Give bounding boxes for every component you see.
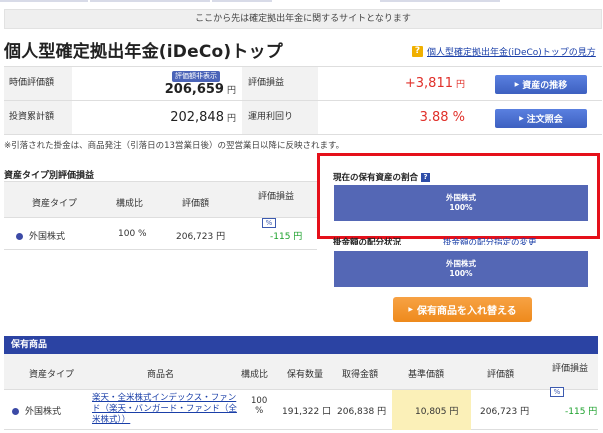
top-border: [0, 0, 603, 3]
table-row: 外国株式 100 % 206,723 円 -115 円: [4, 218, 317, 250]
col-product-name: 商品名: [147, 370, 175, 380]
col-base-price: 基準価額: [408, 370, 445, 380]
ratio-unit: %: [255, 406, 264, 416]
col-value: 評価額: [487, 370, 515, 380]
col-pl: 評価損益: [552, 364, 589, 374]
base-price-cell: 10,805 円: [415, 407, 459, 417]
yen-unit: 円: [455, 80, 465, 90]
hide-value-badge[interactable]: 評価額非表示: [172, 71, 220, 82]
product-name-link[interactable]: 楽天・全米株式インデックス・ファンド（楽天・バンガード・ファンド（全米株式））: [92, 393, 242, 426]
switch-holdings-label: 保有商品を入れ替える: [416, 306, 517, 317]
help-link-text[interactable]: 個人型確定拠出年金(iDeCo)トップの見方: [427, 45, 596, 58]
contribution-ratio-bar-value: 100%: [449, 269, 473, 278]
yen-unit: 円: [226, 86, 236, 96]
yield-cell: 3.88 %: [318, 101, 487, 134]
contribution-ratio-title: 掛金額の配分状況: [333, 238, 402, 245]
asset-trend-label: 資産の推移: [522, 81, 568, 91]
asset-trend-button[interactable]: ▶ 資産の推移: [495, 75, 587, 94]
market-value-label: 時価評価額: [4, 67, 72, 100]
asset-type-name: 外国株式: [25, 407, 62, 417]
col-pl: 評価損益: [258, 192, 295, 202]
contribution-ratio-change-link[interactable]: 掛金額の配分指定の変更: [443, 236, 537, 245]
legend-dot-icon: [12, 408, 19, 415]
value-cell: 206,723 円: [176, 232, 226, 242]
ratio-value: 100: [251, 396, 268, 406]
help-link[interactable]: ? 個人型確定拠出年金(iDeCo)トップの見方: [412, 45, 596, 58]
col-value: 評価額: [182, 199, 210, 209]
gain-value: +3,811: [404, 76, 453, 91]
summary-panel: 時価評価額 評価額非表示 206,659 円 評価損益 +3,811 円 ▶ 資産の…: [4, 66, 602, 135]
ratio-cell: 100 %: [251, 396, 267, 416]
col-asset-type: 資産タイプ: [32, 199, 78, 209]
asset-type-name: 外国株式: [29, 232, 66, 242]
investment-value: 202,848: [170, 110, 224, 125]
legend-dot-icon: [16, 233, 23, 240]
table-header: 資産タイプ 構成比 評価額 評価損益 円 %: [4, 181, 317, 228]
summary-row-1: 時価評価額 評価額非表示 206,659 円 評価損益 +3,811 円: [4, 67, 487, 101]
order-inquiry-button[interactable]: ▶ 注文照会: [495, 109, 587, 128]
ratio-cell: 100 %: [118, 229, 147, 239]
play-arrow-icon: ▶: [514, 81, 520, 88]
play-arrow-icon: ▶: [408, 306, 413, 313]
yield-value: 3.88 %: [419, 110, 465, 125]
holdings-title: 保有商品: [4, 336, 598, 354]
investment-label: 投資累計額: [4, 101, 72, 134]
gain-label: 評価損益: [242, 67, 318, 100]
yield-label: 運用利回り: [242, 101, 318, 134]
asset-type-cell: 外国株式: [12, 404, 61, 417]
contribution-ratio-title-row: 掛金額の配分状況 掛金額の配分指定の変更: [333, 236, 593, 245]
site-notice: ここから先は確定拠出年金に関するサイトとなります: [4, 9, 602, 29]
summary-row-2: 投資累計額 202,848 円 運用利回り 3.88 %: [4, 101, 487, 135]
col-cost: 取得金額: [342, 370, 379, 380]
table-row: 外国株式 楽天・全米株式インデックス・ファンド（楽天・バンガード・ファンド（全米…: [4, 390, 598, 430]
footnote: ※引落された掛金は、商品発注（引落日の13営業日後）の翌営業日以降に反映されます…: [4, 141, 345, 151]
asset-type-cell: 外国株式: [16, 229, 65, 242]
value-cell: 206,723 円: [480, 407, 530, 417]
col-ratio: 構成比: [116, 199, 144, 209]
play-arrow-icon: ▶: [519, 115, 524, 122]
summary-btn-cell-2: ▶ 注文照会: [487, 101, 602, 135]
market-value: 206,659: [164, 82, 224, 97]
col-quantity: 保有数量: [287, 370, 324, 380]
contribution-ratio-bar-label: 外国株式: [446, 259, 476, 268]
summary-btn-cell-1: ▶ 資産の推移: [487, 67, 602, 101]
pl-cell: -115 円: [270, 232, 303, 242]
investment-cell: 202,848 円: [72, 101, 242, 134]
yen-unit: 円: [226, 114, 236, 124]
order-inquiry-label: 注文照会: [526, 115, 563, 125]
col-ratio: 構成比: [241, 370, 269, 380]
pl-cell: -115 円: [565, 407, 598, 417]
gain-cell: +3,811 円: [318, 67, 487, 100]
cost-cell: 206,838 円: [337, 407, 387, 417]
contribution-ratio-bar: 外国株式 100%: [334, 251, 588, 287]
asset-type-pl-title: 資産タイプ別評価損益: [4, 171, 95, 181]
holdings-table-header: 資産タイプ 商品名 構成比 保有数量 取得金額 基準価額 評価額 評価損益 円 …: [4, 354, 598, 397]
col-asset-type: 資産タイプ: [29, 370, 75, 380]
highlight-frame: [317, 153, 600, 239]
page-title: 個人型確定拠出年金(iDeCo)トップ: [4, 42, 283, 62]
question-icon: ?: [412, 46, 423, 57]
switch-holdings-button[interactable]: ▶ 保有商品を入れ替える: [393, 297, 532, 322]
market-value-cell: 評価額非表示 206,659 円: [72, 67, 242, 100]
quantity-cell: 191,322 口: [282, 407, 332, 417]
